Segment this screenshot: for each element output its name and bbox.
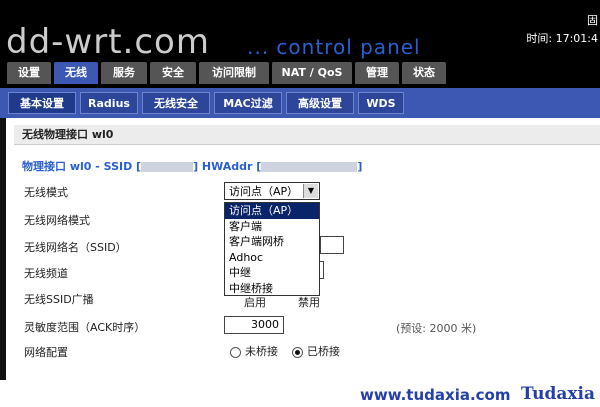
- network-config-label: 网络配置: [24, 346, 68, 359]
- control-panel-tagline: ... control panel: [247, 35, 421, 59]
- channel-label: 无线频道: [24, 267, 68, 280]
- tab-setup[interactable]: 设置: [7, 62, 51, 84]
- option-ap[interactable]: 访问点（AP）: [225, 203, 319, 219]
- wireless-mode-label: 无线模式: [24, 186, 68, 199]
- tab-security[interactable]: 安全: [150, 62, 196, 84]
- option-client[interactable]: 客户端: [225, 219, 319, 235]
- option-repeater-bridge[interactable]: 中继桥接: [225, 281, 319, 297]
- section-title: 无线物理接口 wl0: [14, 125, 600, 145]
- ack-timing-input[interactable]: 3000: [224, 316, 284, 334]
- broadcast-disable-label: 禁用: [298, 296, 320, 309]
- wireless-mode-select[interactable]: 访问点（AP） ▼: [224, 182, 320, 200]
- tab-wireless[interactable]: 无线: [54, 62, 98, 84]
- wireless-mode-dropdown-list: 访问点（AP） 客户端 客户端网桥 Adhoc 中继 中继桥接: [224, 202, 320, 296]
- bridged-radio[interactable]: 已桥接: [292, 343, 340, 359]
- ssid-broadcast-label: 无线SSID广播: [24, 293, 94, 306]
- subhead-prefix: 物理接口 wl0 - SSID [: [22, 160, 142, 173]
- network-mode-label: 无线网络模式: [24, 214, 90, 227]
- unbridged-radio[interactable]: 未桥接: [230, 343, 278, 359]
- ack-timing-label: 灵敏度范围（ACK时序）: [24, 321, 146, 334]
- header-time-text: 时间: 17:01:4: [526, 32, 598, 45]
- watermark-brand: Tudaxia: [521, 384, 595, 404]
- broadcast-disable-radio[interactable]: 禁用: [298, 294, 320, 310]
- tab-status[interactable]: 状态: [402, 62, 446, 84]
- subtab-wireless-security[interactable]: 无线安全: [142, 92, 210, 114]
- sub-tabs-bar: 基本设置 Radius 无线安全 MAC过滤 高级设置 WDS: [0, 88, 600, 118]
- broadcast-enable-label: 启用: [244, 296, 266, 309]
- subtab-advanced[interactable]: 高级设置: [286, 92, 354, 114]
- subhead-suffix: ]: [357, 160, 363, 173]
- option-repeater[interactable]: 中继: [225, 265, 319, 281]
- wireless-mode-value: 访问点（AP）: [229, 185, 299, 198]
- subtab-wds[interactable]: WDS: [358, 92, 404, 114]
- ssid-input[interactable]: [320, 236, 344, 254]
- dropdown-arrow-icon[interactable]: ▼: [303, 184, 318, 198]
- interface-subheading: 物理接口 wl0 - SSID [ ] HWAddr []: [22, 158, 362, 174]
- header-info-text: 固: [587, 14, 598, 27]
- tab-access-restrictions[interactable]: 访问限制: [199, 62, 269, 84]
- tab-services[interactable]: 服务: [101, 62, 147, 84]
- watermark-url: www.tudaxia.com: [360, 386, 511, 404]
- option-client-bridge[interactable]: 客户端网桥: [225, 234, 319, 250]
- subtab-basic-settings[interactable]: 基本设置: [8, 92, 76, 114]
- bridged-label: 已桥接: [307, 345, 340, 358]
- ssid-label: 无线网络名（SSID）: [24, 241, 127, 254]
- ddwrt-logo: dd-wrt.com: [6, 22, 210, 62]
- tab-nat-qos[interactable]: NAT / QoS: [272, 62, 352, 84]
- tab-administration[interactable]: 管理: [355, 62, 399, 84]
- redacted-ssid: [141, 162, 194, 172]
- broadcast-enable-radio[interactable]: 启用: [244, 294, 266, 310]
- unbridged-radio-icon[interactable]: [230, 346, 241, 358]
- redacted-hwaddr: [261, 162, 358, 172]
- option-adhoc[interactable]: Adhoc: [225, 250, 319, 266]
- subtab-mac-filter[interactable]: MAC过滤: [214, 92, 282, 114]
- subtab-radius[interactable]: Radius: [80, 92, 138, 114]
- unbridged-label: 未桥接: [245, 345, 278, 358]
- bridged-radio-icon[interactable]: [292, 346, 303, 358]
- subhead-mid: ] HWAddr [: [193, 160, 262, 173]
- ack-default-hint: (预设: 2000 米): [396, 322, 477, 335]
